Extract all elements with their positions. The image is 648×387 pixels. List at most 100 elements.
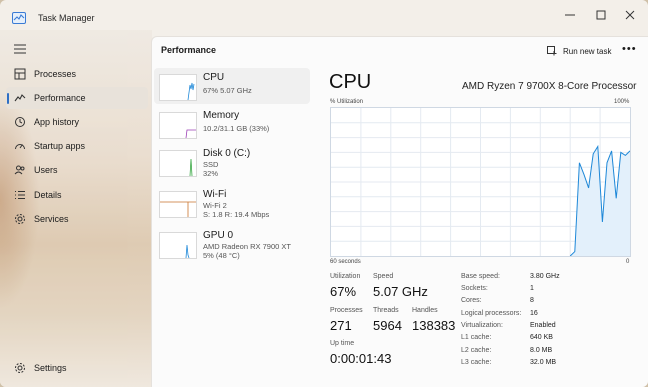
detail-title: CPU bbox=[329, 71, 372, 93]
history-icon bbox=[15, 117, 25, 127]
threads-value: 5964 bbox=[373, 318, 402, 333]
gpu-thumbnail-graph bbox=[159, 232, 197, 259]
spec-key: Virtualization: bbox=[461, 322, 503, 329]
title-bar: Task Manager bbox=[0, 0, 648, 36]
sidebar-item-performance[interactable]: Performance bbox=[6, 87, 148, 109]
settings-label: Settings bbox=[34, 363, 67, 373]
maximize-button[interactable] bbox=[587, 4, 615, 26]
disk-thumbnail-graph bbox=[159, 150, 197, 177]
device-detail: AMD Radeon RX 7900 XT bbox=[203, 242, 291, 251]
sidebar-item-label: Startup apps bbox=[34, 141, 86, 151]
spec-value: 32.0 MB bbox=[530, 359, 557, 366]
memory-thumbnail-graph bbox=[159, 112, 197, 139]
spec-key: L2 cache: bbox=[461, 347, 492, 354]
processes-grid-icon bbox=[14, 68, 26, 80]
minimize-button[interactable] bbox=[556, 4, 584, 26]
spec-key: Logical processors: bbox=[461, 310, 522, 317]
speed-label: Speed bbox=[373, 273, 394, 280]
device-detail-2: 32% bbox=[203, 169, 219, 178]
run-new-task-label: Run new task bbox=[563, 46, 612, 56]
cpu-utilization-svg bbox=[331, 108, 631, 257]
spec-value: 640 KB bbox=[530, 334, 553, 341]
utilization-value: 67% bbox=[330, 284, 357, 299]
sidebar-item-services[interactable]: Services bbox=[6, 208, 148, 230]
spec-key: L3 cache: bbox=[461, 359, 492, 366]
maximize-icon bbox=[596, 10, 606, 20]
max-axis-label: 100% bbox=[614, 99, 630, 105]
uptime-label: Up time bbox=[330, 340, 355, 347]
settings-gear-icon bbox=[15, 363, 25, 373]
window-title: Task Manager bbox=[38, 13, 95, 23]
handles-label: Handles bbox=[412, 307, 438, 314]
task-manager-app-icon bbox=[12, 12, 26, 24]
device-name: Memory bbox=[203, 110, 240, 121]
services-gear-icon bbox=[15, 214, 25, 224]
users-icon bbox=[14, 165, 25, 175]
more-options-button[interactable]: ••• bbox=[622, 43, 637, 55]
device-item-memory[interactable]: Memory 10.2/31.1 GB (33%) bbox=[154, 106, 310, 142]
run-new-task-button[interactable]: Run new task bbox=[547, 44, 611, 58]
speed-value: 5.07 GHz bbox=[373, 284, 428, 299]
spec-value: 1 bbox=[530, 285, 534, 292]
threads-label: Threads bbox=[373, 307, 399, 314]
processes-label: Processes bbox=[330, 307, 363, 314]
device-detail-2: 5% (48 °C) bbox=[203, 251, 240, 260]
close-button[interactable] bbox=[616, 4, 644, 26]
spec-key: Cores: bbox=[461, 297, 482, 304]
spec-key: L1 cache: bbox=[461, 334, 492, 341]
sidebar-item-label: Services bbox=[34, 214, 69, 224]
cpu-utilization-graph bbox=[330, 107, 631, 257]
wifi-thumbnail-graph bbox=[159, 191, 197, 218]
sidebar-item-startup-apps[interactable]: Startup apps bbox=[6, 135, 148, 157]
handles-value: 138383 bbox=[412, 318, 456, 333]
sidebar-item-app-history[interactable]: App history bbox=[6, 111, 148, 133]
sidebar-item-label: Performance bbox=[34, 93, 86, 103]
close-icon bbox=[625, 10, 635, 20]
performance-icon bbox=[14, 94, 26, 102]
device-item-cpu[interactable]: CPU 67% 5.07 GHz bbox=[154, 68, 310, 104]
utilization-axis-label: % Utilization bbox=[330, 99, 364, 105]
performance-panel: Performance Run new task ••• CPU 67% 5.0… bbox=[151, 36, 648, 387]
spec-value: Enabled bbox=[530, 322, 556, 329]
zero-axis-label: 0 bbox=[626, 259, 630, 265]
device-detail: Wi-Fi 2 bbox=[203, 201, 227, 210]
device-item-disk[interactable]: Disk 0 (C:) SSD 32% bbox=[154, 144, 310, 180]
sidebar-item-label: App history bbox=[34, 117, 80, 127]
sidebar-item-label: Details bbox=[34, 190, 62, 200]
device-item-gpu[interactable]: GPU 0 AMD Radeon RX 7900 XT 5% (48 °C) bbox=[154, 226, 310, 262]
spec-value: 8 bbox=[530, 297, 534, 304]
speedometer-icon bbox=[15, 144, 25, 150]
processor-name: AMD Ryzen 7 9700X 8-Core Processor bbox=[462, 81, 637, 92]
details-list-icon bbox=[15, 191, 25, 199]
spec-value: 8.0 MB bbox=[530, 347, 553, 354]
cpu-thumbnail-graph bbox=[159, 74, 197, 101]
device-detail-2: S: 1.8 R: 19.4 Mbps bbox=[203, 210, 270, 219]
spec-key: Sockets: bbox=[461, 285, 488, 292]
run-task-icon bbox=[547, 46, 557, 56]
sidebar-item-label: Processes bbox=[34, 69, 77, 79]
sidebar-item-users[interactable]: Users bbox=[6, 159, 148, 181]
hamburger-menu-icon[interactable] bbox=[12, 43, 28, 55]
sidebar-item-processes[interactable]: Processes bbox=[6, 63, 148, 85]
device-detail: 10.2/31.1 GB (33%) bbox=[203, 124, 270, 133]
spec-value: 3.80 GHz bbox=[530, 273, 560, 280]
device-name: Disk 0 (C:) bbox=[203, 148, 251, 159]
device-detail: SSD bbox=[203, 160, 219, 169]
sidebar-item-settings[interactable]: Settings bbox=[6, 357, 148, 379]
device-name: GPU 0 bbox=[203, 230, 234, 241]
spec-key: Base speed: bbox=[461, 273, 500, 280]
page-title: Performance bbox=[161, 45, 217, 55]
time-axis-label: 60 seconds bbox=[330, 259, 361, 265]
panel-header: Performance Run new task ••• bbox=[152, 37, 648, 65]
device-item-wifi[interactable]: Wi-Fi Wi-Fi 2 S: 1.8 R: 19.4 Mbps bbox=[154, 185, 310, 221]
spec-value: 16 bbox=[530, 310, 538, 317]
processes-value: 271 bbox=[330, 318, 352, 333]
sidebar-item-label: Users bbox=[34, 165, 58, 175]
uptime-value: 0:00:01:43 bbox=[330, 351, 392, 366]
minimize-icon bbox=[565, 14, 575, 16]
device-name: Wi-Fi bbox=[203, 189, 227, 200]
utilization-label: Utilization bbox=[330, 273, 361, 280]
device-detail: 67% 5.07 GHz bbox=[203, 86, 252, 95]
task-manager-window: Task Manager Processes Performance App h… bbox=[0, 0, 648, 387]
sidebar-item-details[interactable]: Details bbox=[6, 184, 148, 206]
